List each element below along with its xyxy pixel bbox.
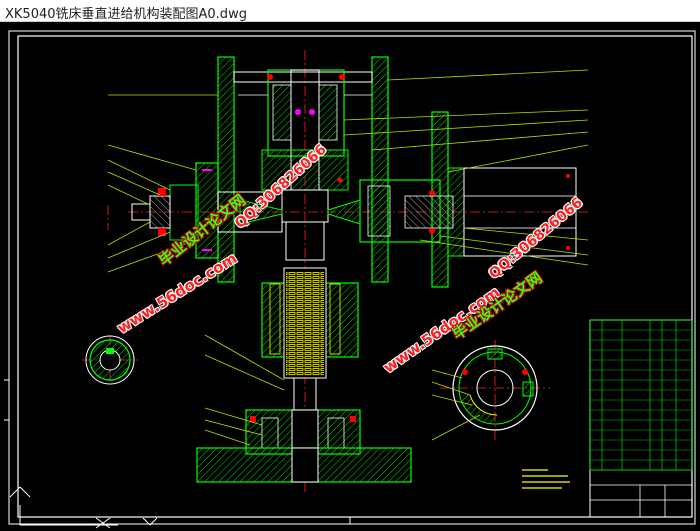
technical-notes <box>522 469 570 489</box>
ucs-axis-icon <box>9 486 158 529</box>
lead-screw-assembly <box>261 221 359 411</box>
lower-base <box>196 409 412 483</box>
window-title: XK5040铣床垂直进给机构装配图A0.dwg <box>5 7 247 22</box>
window-titlebar: XK5040铣床垂直进给机构装配图A0.dwg <box>0 0 700 22</box>
title-block <box>589 319 693 518</box>
drawing-canvas[interactable]: www.56doc.com 毕业设计论文网 QQ:306826066 www.5… <box>0 22 700 531</box>
right-shaft-assembly <box>327 111 577 288</box>
cad-drawing <box>4 30 696 529</box>
section-view-left <box>85 335 135 385</box>
